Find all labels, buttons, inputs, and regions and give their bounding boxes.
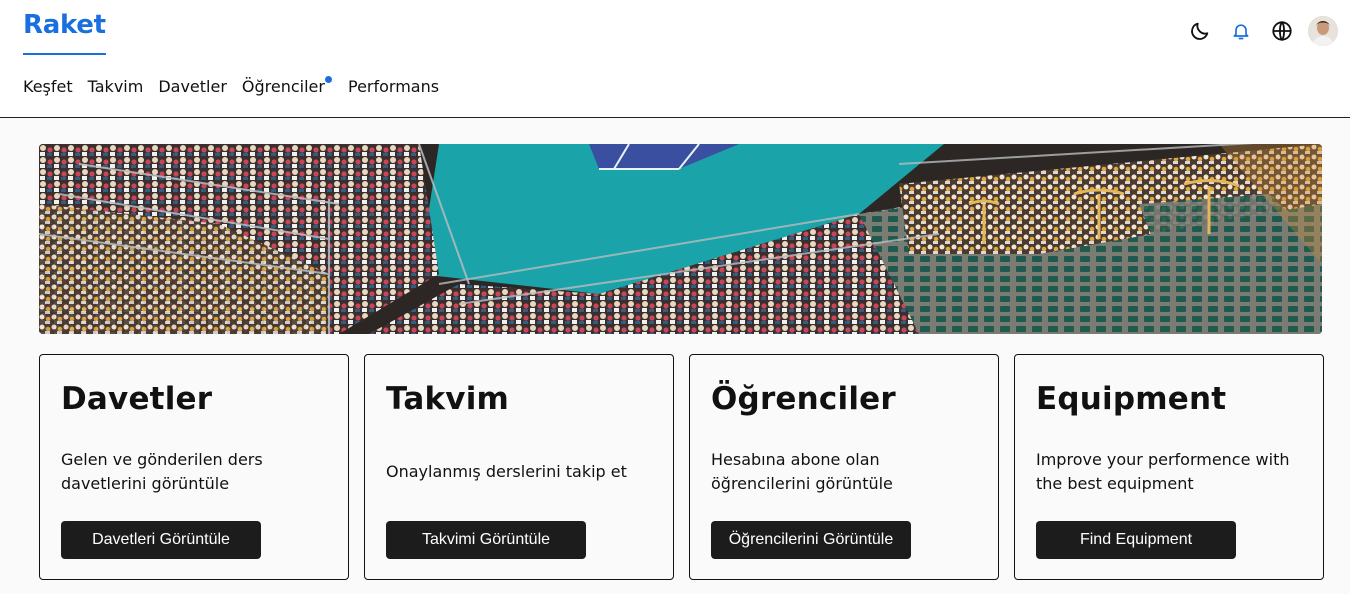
find-equipment-button[interactable]: Find Equipment bbox=[1036, 521, 1236, 559]
card-description: Gelen ve gönderilen ders davetlerini gör… bbox=[61, 450, 263, 493]
nav-item-davetler[interactable]: Davetler bbox=[158, 77, 227, 97]
nav-item-ogrenciler-label: Öğrenciler bbox=[241, 77, 325, 96]
top-header: Raket Keşfet Takvim Davetler Öğrenciler … bbox=[0, 0, 1350, 118]
moon-icon[interactable] bbox=[1185, 15, 1215, 47]
card-description: Improve your performence with the best e… bbox=[1036, 450, 1290, 493]
tennis-stadium-illustration bbox=[39, 144, 1322, 334]
view-invitations-button[interactable]: Davetleri Görüntüle bbox=[61, 521, 261, 559]
notification-dot bbox=[324, 76, 332, 83]
main-nav: Keşfet Takvim Davetler Öğrenciler Perfor… bbox=[23, 76, 454, 97]
app-logo[interactable]: Raket bbox=[23, 10, 106, 40]
card-davetler: Davetler Gelen ve gönderilen ders davetl… bbox=[39, 354, 349, 580]
card-title: Öğrenciler bbox=[711, 381, 896, 417]
globe-icon[interactable] bbox=[1267, 15, 1297, 47]
card-ogrenciler: Öğrenciler Hesabına abone olan öğrencile… bbox=[689, 354, 999, 580]
view-students-button[interactable]: Öğrencilerini Görüntüle bbox=[711, 521, 911, 559]
card-title: Takvim bbox=[386, 381, 510, 417]
nav-item-ogrenciler[interactable]: Öğrenciler bbox=[241, 76, 332, 97]
nav-item-takvim[interactable]: Takvim bbox=[88, 77, 144, 97]
card-takvim: Takvim Onaylanmış derslerini takip et Ta… bbox=[364, 354, 674, 580]
card-title: Davetler bbox=[61, 381, 213, 417]
user-avatar[interactable] bbox=[1308, 16, 1338, 46]
nav-item-performans[interactable]: Performans bbox=[348, 77, 439, 97]
feature-cards: Davetler Gelen ve gönderilen ders davetl… bbox=[39, 354, 1324, 580]
card-equipment: Equipment Improve your performence with … bbox=[1014, 354, 1324, 580]
bell-icon[interactable] bbox=[1226, 15, 1256, 47]
card-description: Hesabına abone olan öğrencilerini görünt… bbox=[711, 450, 893, 493]
nav-item-kesfet[interactable]: Keşfet bbox=[23, 77, 73, 97]
view-calendar-button[interactable]: Takvimi Görüntüle bbox=[386, 521, 586, 559]
hero-banner-image bbox=[39, 144, 1322, 334]
card-description: Onaylanmış derslerini takip et bbox=[386, 462, 627, 481]
logo-underline bbox=[23, 53, 106, 55]
header-actions bbox=[1174, 15, 1338, 47]
card-title: Equipment bbox=[1036, 381, 1227, 417]
